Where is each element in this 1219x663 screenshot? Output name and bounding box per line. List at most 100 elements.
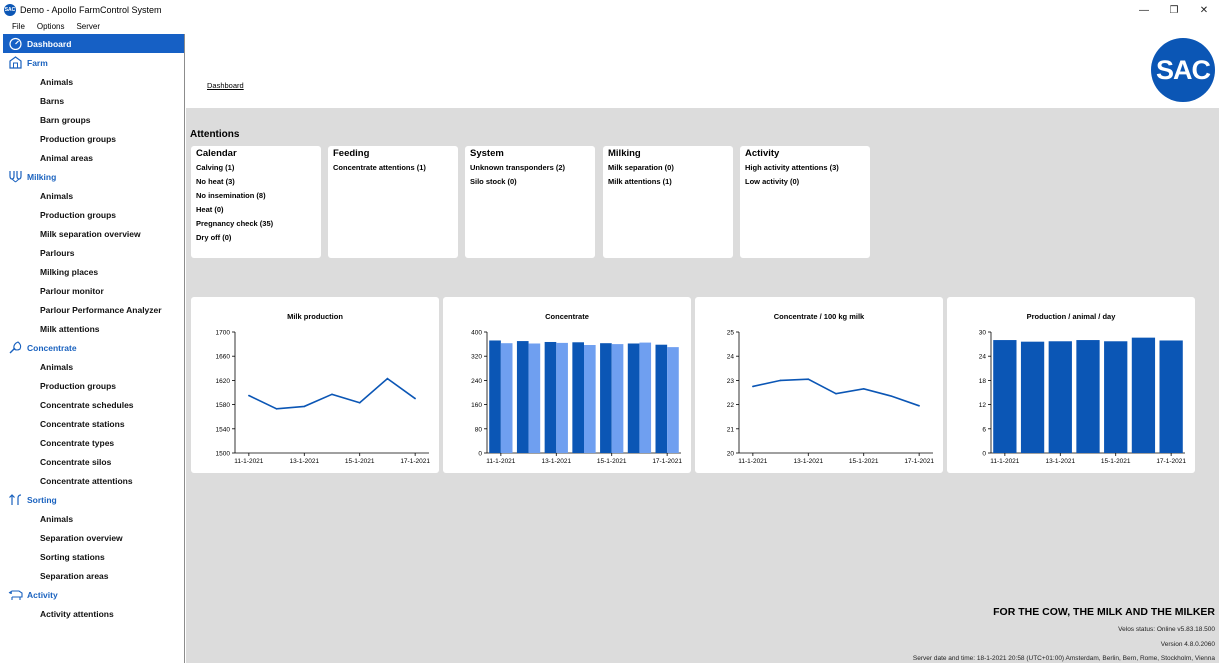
- x-tick-label: 15-1-2021: [1101, 458, 1131, 465]
- attention-item[interactable]: Milk attentions (1): [608, 175, 728, 189]
- sidebar-item-milking-milk-attentions[interactable]: Milk attentions: [3, 319, 184, 338]
- sidebar-item-label: Separation overview: [40, 532, 123, 543]
- attention-item[interactable]: Milk separation (0): [608, 161, 728, 175]
- attention-item[interactable]: Dry off (0): [196, 231, 316, 245]
- bar[interactable]: [1131, 337, 1156, 453]
- attention-item[interactable]: Heat (0): [196, 203, 316, 217]
- sidebar-item-label: Separation areas: [40, 570, 109, 581]
- sidebar-item-farm-production-groups[interactable]: Production groups: [3, 129, 184, 148]
- sidebar-section-activity[interactable]: Activity: [3, 585, 184, 604]
- y-tick-label: 12: [979, 402, 987, 409]
- attention-card-title: System: [470, 148, 504, 159]
- sidebar-item-farm-barn-groups[interactable]: Barn groups: [3, 110, 184, 129]
- x-tick-label: 11-1-2021: [234, 458, 264, 465]
- bar[interactable]: [667, 347, 679, 453]
- bar[interactable]: [1020, 341, 1045, 453]
- bar[interactable]: [1104, 341, 1128, 453]
- bar[interactable]: [572, 342, 584, 453]
- series-line[interactable]: [752, 378, 920, 407]
- attention-item[interactable]: Calving (1): [196, 161, 316, 175]
- bar[interactable]: [584, 345, 596, 453]
- bar[interactable]: [1048, 341, 1072, 453]
- bar[interactable]: [556, 342, 568, 453]
- sidebar-item-milking-milking-places[interactable]: Milking places: [3, 262, 184, 281]
- sidebar-item-concentrate-concentrate-schedules[interactable]: Concentrate schedules: [3, 395, 184, 414]
- sidebar-item-milking-parlour-performance-analyzer[interactable]: Parlour Performance Analyzer: [3, 300, 184, 319]
- bar[interactable]: [516, 341, 529, 453]
- sidebar-section-sorting[interactable]: Sorting: [3, 490, 184, 509]
- sidebar-item-concentrate-concentrate-silos[interactable]: Concentrate silos: [3, 452, 184, 471]
- bar[interactable]: [600, 343, 612, 453]
- bar[interactable]: [627, 343, 640, 453]
- sac-logo: SAC: [1151, 38, 1215, 102]
- attention-item[interactable]: Silo stock (0): [470, 175, 590, 189]
- y-tick-label: 1580: [216, 402, 231, 409]
- sidebar-section-milking[interactable]: Milking: [3, 167, 184, 186]
- sidebar-item-milking-parlours[interactable]: Parlours: [3, 243, 184, 262]
- sidebar-item-milking-animals[interactable]: Animals: [3, 186, 184, 205]
- sidebar-item-farm-animals[interactable]: Animals: [3, 72, 184, 91]
- sidebar-item-farm-barns[interactable]: Barns: [3, 91, 184, 110]
- chart-svg: 1500 1540 1580 1620 1660 1700 11-1-2021 13-1-20…: [216, 330, 431, 466]
- x-tick-label: 13-1-2021: [541, 458, 571, 465]
- data-point: [918, 405, 920, 407]
- x-tick-label: 11-1-2021: [990, 458, 1020, 465]
- sidebar-item-sorting-sorting-stations[interactable]: Sorting stations: [3, 547, 184, 566]
- sidebar-item-farm-animal-areas[interactable]: Animal areas: [3, 148, 184, 167]
- bar[interactable]: [1159, 340, 1183, 453]
- y-tick-label: 320: [471, 354, 482, 361]
- sidebar-section-concentrate[interactable]: Concentrate: [3, 338, 184, 357]
- data-point: [752, 385, 754, 388]
- sidebar-item-concentrate-production-groups[interactable]: Production groups: [3, 376, 184, 395]
- sidebar-item-activity-activity-attentions[interactable]: Activity attentions: [3, 604, 184, 623]
- sidebar-item-sorting-separation-areas[interactable]: Separation areas: [3, 566, 184, 585]
- sidebar-item-label: Animals: [40, 76, 74, 87]
- menu-options[interactable]: Options: [37, 22, 65, 31]
- sidebar-item-milking-production-groups[interactable]: Production groups: [3, 205, 184, 224]
- bar[interactable]: [500, 343, 513, 453]
- bar[interactable]: [611, 344, 624, 453]
- sidebar-item-label: Sorting stations: [40, 551, 105, 562]
- attention-item[interactable]: Unknown transponders (2): [470, 161, 590, 175]
- bar[interactable]: [639, 342, 652, 453]
- attention-item[interactable]: Concentrate attentions (1): [333, 161, 453, 175]
- bar[interactable]: [489, 340, 501, 453]
- attention-card-system: System Unknown transponders (2) Silo stock…: [465, 146, 595, 258]
- bar[interactable]: [993, 340, 1017, 453]
- data-point: [303, 405, 306, 408]
- attention-item[interactable]: No heat (3): [196, 175, 316, 189]
- attention-item[interactable]: No insemination (8): [196, 189, 316, 203]
- attention-item[interactable]: Pregnancy check (35): [196, 217, 316, 231]
- sidebar-item-concentrate-animals[interactable]: Animals: [3, 357, 184, 376]
- attention-item[interactable]: Low activity (0): [745, 175, 865, 189]
- menu-file[interactable]: File: [12, 22, 25, 31]
- sidebar-item-concentrate-concentrate-types[interactable]: Concentrate types: [3, 433, 184, 452]
- breadcrumb[interactable]: Dashboard: [207, 81, 244, 90]
- minimize-button[interactable]: —: [1129, 0, 1159, 20]
- sidebar-item-concentrate-concentrate-attentions[interactable]: Concentrate attentions: [3, 471, 184, 490]
- y-tick-label: 400: [471, 330, 482, 337]
- menu-server[interactable]: Server: [76, 22, 100, 31]
- sidebar-section-dashboard[interactable]: Dashboard: [3, 34, 184, 53]
- sidebar-item-sorting-separation-overview[interactable]: Separation overview: [3, 528, 184, 547]
- bar[interactable]: [544, 341, 557, 453]
- sidebar-item-concentrate-concentrate-stations[interactable]: Concentrate stations: [3, 414, 184, 433]
- bar[interactable]: [528, 343, 541, 453]
- sidebar-section-label: Milking: [27, 171, 57, 182]
- y-tick-label: 1540: [216, 426, 231, 433]
- bar[interactable]: [655, 344, 668, 453]
- attention-item[interactable]: High activity attentions (3): [745, 161, 865, 175]
- y-tick-label: 20: [727, 451, 735, 458]
- x-tick-label: 13-1-2021: [1045, 458, 1075, 465]
- restore-button[interactable]: ❐: [1159, 0, 1189, 20]
- bar[interactable]: [1076, 340, 1100, 453]
- x-tick-label: 17-1-2021: [1156, 458, 1186, 465]
- x-tick-label: 15-1-2021: [849, 458, 879, 465]
- sidebar-item-milking-milk-separation-overview[interactable]: Milk separation overview: [3, 224, 184, 243]
- close-button[interactable]: ✕: [1189, 0, 1219, 20]
- sidebar-item-milking-parlour-monitor[interactable]: Parlour monitor: [3, 281, 184, 300]
- y-tick-label: 1620: [216, 378, 231, 385]
- sidebar-item-sorting-animals[interactable]: Animals: [3, 509, 184, 528]
- y-tick-label: 24: [727, 354, 735, 361]
- sidebar-section-farm[interactable]: Farm: [3, 53, 184, 72]
